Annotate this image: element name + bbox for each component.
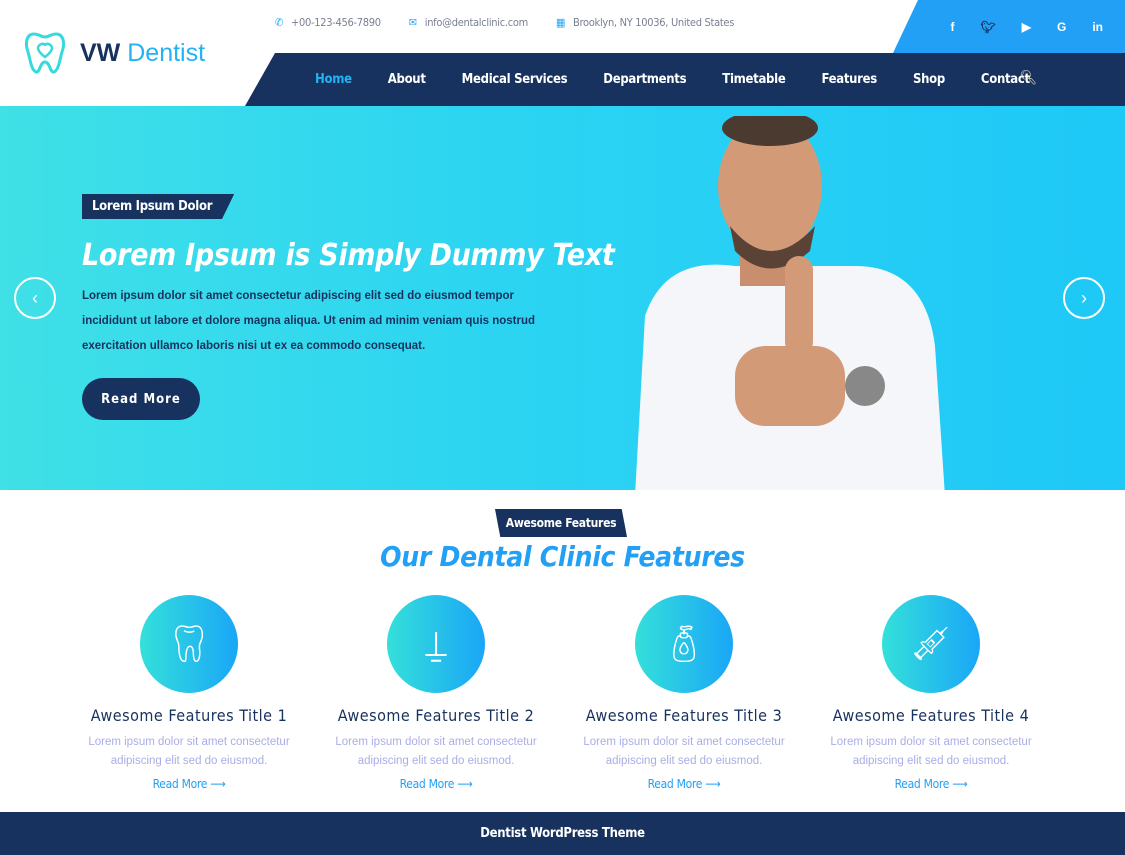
hero-title: Lorem Ipsum is Simply Dummy Text bbox=[82, 238, 615, 273]
email-info: ✉ info@dentalclinic.com bbox=[408, 16, 528, 29]
hero-slider: Lorem Ipsum Dolor Lorem Ipsum is Simply … bbox=[0, 106, 1125, 490]
hero-tag: Lorem Ipsum Dolor bbox=[82, 194, 235, 219]
hero-description: Lorem ipsum dolor sit amet consectetur a… bbox=[82, 290, 536, 352]
phone-info: ✆ +00-123-456-7890 bbox=[275, 16, 381, 29]
address-info: ▦ Brooklyn, NY 10036, United States bbox=[555, 16, 735, 29]
nav-shop[interactable]: Shop bbox=[913, 72, 945, 87]
envelope-icon: ✉ bbox=[408, 16, 417, 29]
building-icon: ▦ bbox=[555, 16, 565, 29]
feature-title: Awesome Features Title 3 bbox=[585, 706, 783, 725]
features-title: Our Dental Clinic Features bbox=[380, 540, 745, 573]
feature-title: Awesome Features Title 2 bbox=[337, 706, 535, 725]
google-icon[interactable]: G bbox=[1057, 20, 1066, 34]
read-more-button[interactable]: Read More bbox=[82, 378, 200, 420]
nav-about[interactable]: About bbox=[388, 72, 426, 87]
feature-card: ⍊ Awesome Features Title 2 Lorem ipsum d… bbox=[316, 595, 556, 791]
facebook-icon[interactable]: f bbox=[951, 20, 955, 34]
feature-title: Awesome Features Title 1 bbox=[90, 706, 288, 725]
footer: Dentist WordPress Theme bbox=[0, 812, 1125, 855]
feature-title: Awesome Features Title 4 bbox=[832, 706, 1030, 725]
chevron-left-icon: ‹ bbox=[32, 287, 38, 308]
toothbrush-mouthwash-icon: 🧴︎ bbox=[635, 595, 733, 693]
logo[interactable]: VW Dentist bbox=[22, 30, 205, 76]
contact-bar: ✆ +00-123-456-7890 ✉ info@dentalclinic.com… bbox=[275, 16, 734, 29]
search-icon[interactable]: 🔍︎ bbox=[1020, 70, 1038, 86]
feature-read-more[interactable]: Read More ⟶ bbox=[69, 777, 309, 791]
feature-desc: Lorem ipsum dolor sit amet consectetur a… bbox=[88, 736, 290, 767]
tooth-icon: 🦷︎ bbox=[140, 595, 238, 693]
feature-card: 💉︎ Awesome Features Title 4 Lorem ipsum … bbox=[811, 595, 1051, 791]
chevron-right-icon: › bbox=[1081, 287, 1087, 308]
syringe-icon: 💉︎ bbox=[882, 595, 980, 693]
main-nav: Home About Medical Services Departments … bbox=[245, 53, 1125, 106]
linkedin-icon[interactable]: in bbox=[1092, 20, 1103, 34]
feature-desc: Lorem ipsum dolor sit amet consectetur a… bbox=[335, 736, 537, 767]
site-title: VW Dentist bbox=[80, 38, 206, 67]
next-slide-button[interactable]: › bbox=[1063, 277, 1105, 319]
feature-read-more[interactable]: Read More ⟶ bbox=[316, 777, 556, 791]
social-links: f 🐦︎ ▶ G in bbox=[893, 0, 1125, 53]
nav-medical-services[interactable]: Medical Services bbox=[462, 72, 568, 87]
phone-icon: ✆ bbox=[275, 16, 283, 29]
feature-desc: Lorem ipsum dolor sit amet consectetur a… bbox=[583, 736, 785, 767]
nav-home[interactable]: Home bbox=[315, 72, 352, 87]
nav-departments[interactable]: Departments bbox=[603, 72, 686, 87]
feature-read-more[interactable]: Read More ⟶ bbox=[564, 777, 804, 791]
feature-read-more[interactable]: Read More ⟶ bbox=[811, 777, 1051, 791]
footer-text: Dentist WordPress Theme bbox=[480, 826, 645, 841]
tooth-logo-icon bbox=[24, 32, 66, 74]
implant-icon: ⍊ bbox=[387, 595, 485, 693]
twitter-icon[interactable]: 🐦︎ bbox=[981, 20, 996, 34]
prev-slide-button[interactable]: ‹ bbox=[14, 277, 56, 319]
feature-card: 🦷︎ Awesome Features Title 1 Lorem ipsum … bbox=[69, 595, 309, 791]
nav-features[interactable]: Features bbox=[821, 72, 877, 87]
nav-timetable[interactable]: Timetable bbox=[722, 72, 786, 87]
youtube-icon[interactable]: ▶ bbox=[1022, 20, 1031, 34]
features-tag: Awesome Features bbox=[495, 509, 627, 537]
header: VW Dentist ✆ +00-123-456-7890 ✉ info@denta… bbox=[0, 0, 1125, 106]
feature-desc: Lorem ipsum dolor sit amet consectetur a… bbox=[830, 736, 1032, 767]
hero-image bbox=[635, 116, 945, 490]
feature-card: 🧴︎ Awesome Features Title 3 Lorem ipsum … bbox=[564, 595, 804, 791]
